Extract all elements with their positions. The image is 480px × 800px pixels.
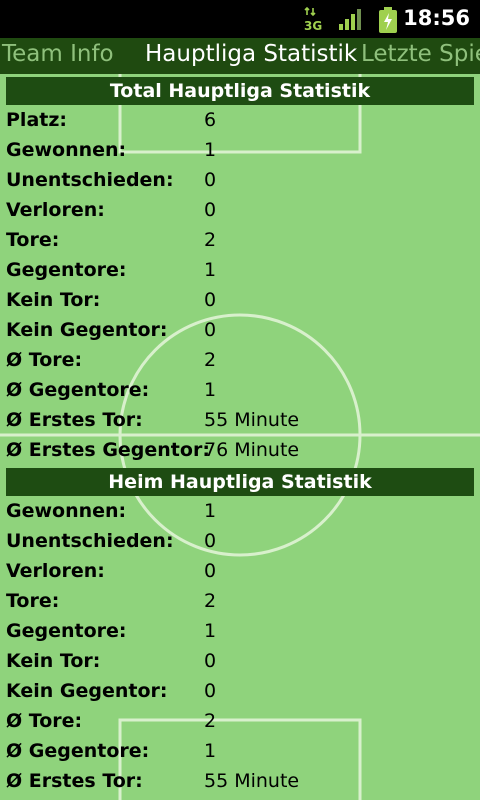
stat-label: Tore: — [6, 590, 60, 612]
stat-value: 2 — [204, 710, 217, 732]
stat-row: Ø Erstes Gegentor: 76 Minute — [0, 435, 480, 465]
signal-icon — [338, 6, 364, 36]
stat-label: Kein Tor: — [6, 650, 101, 672]
stat-row: Kein Tor: 0 — [0, 285, 480, 315]
stat-label: Unentschieden: — [6, 530, 174, 552]
stat-row: Unentschieden: 0 — [0, 165, 480, 195]
stat-row: Gewonnen: 1 — [0, 496, 480, 526]
svg-text:3G: 3G — [304, 19, 322, 32]
stat-value: 2 — [204, 590, 217, 612]
stat-row: Tore: 2 — [0, 586, 480, 616]
home-statistics-section: Heim Hauptliga Statistik Gewonnen: 1 Unen… — [0, 468, 480, 796]
stat-label: Ø Erstes Tor: — [6, 409, 143, 431]
stat-row: Verloren: 0 — [0, 195, 480, 225]
stat-row: Ø Gegentore: 1 — [0, 736, 480, 766]
status-bar: 3G 18:56 — [0, 0, 480, 38]
stat-label: Verloren: — [6, 199, 105, 221]
stat-row: Ø Gegentore: 1 — [0, 375, 480, 405]
battery-charging-icon — [376, 6, 400, 38]
stat-label: Platz: — [6, 109, 67, 131]
stat-row: Ø Erstes Tor: 55 Minute — [0, 766, 480, 796]
stat-label: Ø Gegentore: — [6, 740, 150, 762]
stat-label: Ø Tore: — [6, 349, 83, 371]
stat-row: Kein Gegentor: 0 — [0, 315, 480, 345]
stat-row: Gegentore: 1 — [0, 616, 480, 646]
stat-label: Gewonnen: — [6, 139, 127, 161]
tab-hauptliga-statistik[interactable]: Hauptliga Statistik — [145, 41, 357, 67]
stat-row: Verloren: 0 — [0, 556, 480, 586]
stat-label: Gegentore: — [6, 259, 127, 281]
stat-label: Kein Gegentor: — [6, 319, 168, 341]
stat-value: 0 — [204, 319, 217, 341]
tab-letzte-spiele[interactable]: Letzte Spiel — [361, 41, 480, 67]
stat-value: 1 — [204, 259, 217, 281]
statistics-list[interactable]: Total Hauptliga Statistik Platz: 6 Gewonn… — [0, 74, 480, 796]
section-header: Heim Hauptliga Statistik — [6, 468, 474, 496]
clock: 18:56 — [403, 6, 470, 30]
stat-label: Ø Erstes Tor: — [6, 770, 143, 792]
stat-row: Kein Tor: 0 — [0, 646, 480, 676]
stat-label: Kein Gegentor: — [6, 680, 168, 702]
stat-value: 2 — [204, 349, 217, 371]
section-header: Total Hauptliga Statistik — [6, 77, 474, 105]
stat-label: Ø Erstes Gegentor: — [6, 439, 210, 461]
tab-bar: Team Info Hauptliga Statistik Letzte Spi… — [0, 38, 480, 74]
stat-label: Verloren: — [6, 560, 105, 582]
stat-value: 1 — [204, 500, 217, 522]
stat-value: 0 — [204, 530, 217, 552]
stat-value: 0 — [204, 289, 217, 311]
stat-label: Tore: — [6, 229, 60, 251]
stat-label: Unentschieden: — [6, 169, 174, 191]
3g-data-icon: 3G — [303, 6, 323, 36]
stat-label: Gewonnen: — [6, 500, 127, 522]
stat-label: Kein Tor: — [6, 289, 101, 311]
stat-row: Ø Erstes Tor: 55 Minute — [0, 405, 480, 435]
stat-value: 0 — [204, 199, 217, 221]
stat-value: 6 — [204, 109, 217, 131]
stat-value: 55 Minute — [204, 770, 300, 792]
stat-value: 1 — [204, 740, 217, 762]
stat-row: Gegentore: 1 — [0, 255, 480, 285]
total-statistics-section: Total Hauptliga Statistik Platz: 6 Gewonn… — [0, 77, 480, 465]
stat-value: 76 Minute — [204, 439, 300, 461]
stat-value: 0 — [204, 680, 217, 702]
stat-row: Unentschieden: 0 — [0, 526, 480, 556]
stat-value: 1 — [204, 139, 217, 161]
stat-row: Gewonnen: 1 — [0, 135, 480, 165]
stat-value: 0 — [204, 650, 217, 672]
stat-row: Kein Gegentor: 0 — [0, 676, 480, 706]
stat-value: 2 — [204, 229, 217, 251]
stat-row: Ø Tore: 2 — [0, 345, 480, 375]
stat-row: Tore: 2 — [0, 225, 480, 255]
stat-row: Ø Tore: 2 — [0, 706, 480, 736]
stat-label: Gegentore: — [6, 620, 127, 642]
tab-team-info[interactable]: Team Info — [2, 41, 114, 67]
stat-label: Ø Gegentore: — [6, 379, 150, 401]
stat-label: Ø Tore: — [6, 710, 83, 732]
stat-value: 0 — [204, 560, 217, 582]
stat-value: 55 Minute — [204, 409, 300, 431]
stat-value: 1 — [204, 379, 217, 401]
stat-value: 0 — [204, 169, 217, 191]
stat-value: 1 — [204, 620, 217, 642]
stat-row: Platz: 6 — [0, 105, 480, 135]
